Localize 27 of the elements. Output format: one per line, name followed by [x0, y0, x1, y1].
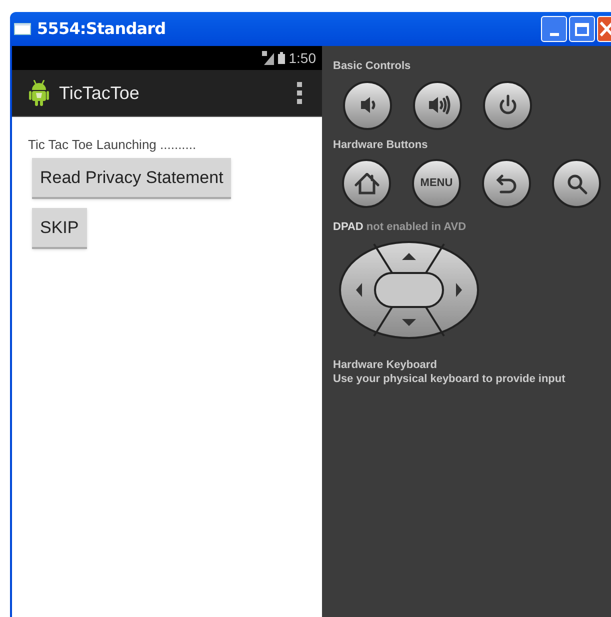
app-button[interactable]: Read Privacy Statement [32, 158, 232, 199]
search-button[interactable] [552, 159, 601, 208]
minimize-button[interactable] [541, 16, 567, 42]
window-title: 5554:Standard [37, 18, 166, 40]
app-title: TicTacToe [59, 82, 140, 104]
android-icon [29, 80, 49, 106]
keyboard-note: Use your physical keyboard to provide input [333, 372, 566, 386]
menu-button[interactable]: MENU [412, 159, 461, 208]
home-button[interactable] [342, 159, 391, 208]
section-title: Hardware Buttons [333, 138, 429, 152]
window-icon [14, 23, 31, 35]
section-title: Hardware Keyboard [333, 358, 438, 372]
dpad-note: DPAD not enabled in AVD [333, 220, 468, 235]
maximize-button[interactable] [569, 16, 595, 42]
status-time: 1:50 [288, 48, 316, 68]
app-button[interactable]: SKIP [32, 208, 87, 249]
back-button[interactable] [482, 159, 531, 208]
close-button[interactable] [597, 16, 611, 42]
power-button[interactable] [483, 80, 532, 130]
battery-icon [278, 52, 285, 64]
volumeup-button[interactable] [413, 80, 462, 130]
section-title: Basic Controls [333, 59, 412, 74]
volumedown-button[interactable] [343, 80, 392, 130]
signal-icon [262, 51, 274, 65]
overflow-menu-icon[interactable] [297, 82, 302, 104]
launch-message: Tic Tac Toe Launching .......... [28, 137, 198, 153]
home-icon [354, 172, 380, 194]
